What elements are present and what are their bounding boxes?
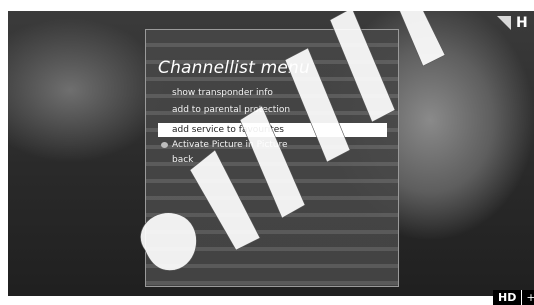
menu-item-add-to-favourites[interactable]: add service to favourites — [158, 123, 387, 137]
menu-item-activate-pip[interactable]: Activate Picture in Picture — [158, 138, 387, 152]
menu-title: Channellist menu — [158, 58, 310, 78]
channel-logo: H — [497, 14, 534, 32]
menu-item-back[interactable]: back — [158, 153, 387, 167]
plus-label: + — [526, 291, 534, 304]
menu-item-show-transponder-info[interactable]: show transponder info — [158, 86, 387, 100]
frame-top — [0, 0, 534, 11]
menu-item-add-parental-protection[interactable]: add to parental protection — [158, 103, 387, 117]
logo-mark-icon — [497, 16, 511, 30]
tv-screen: H Channellist menu show transponder info… — [0, 0, 534, 305]
hd-badge: HD + — [493, 290, 534, 305]
hd-label: HD — [493, 290, 523, 305]
menu-item-label: show transponder info — [172, 88, 273, 98]
frame-bottom — [0, 296, 534, 305]
bullet-icon — [161, 142, 168, 148]
frame-left — [0, 0, 8, 305]
menu-item-label: add service to favourites — [172, 125, 284, 135]
menu-item-label: back — [172, 155, 194, 165]
channellist-menu: Channellist menu show transponder info a… — [145, 29, 399, 287]
menu-item-label: add to parental protection — [172, 105, 291, 115]
logo-letter: H — [516, 15, 528, 31]
menu-item-label: Activate Picture in Picture — [172, 140, 288, 150]
